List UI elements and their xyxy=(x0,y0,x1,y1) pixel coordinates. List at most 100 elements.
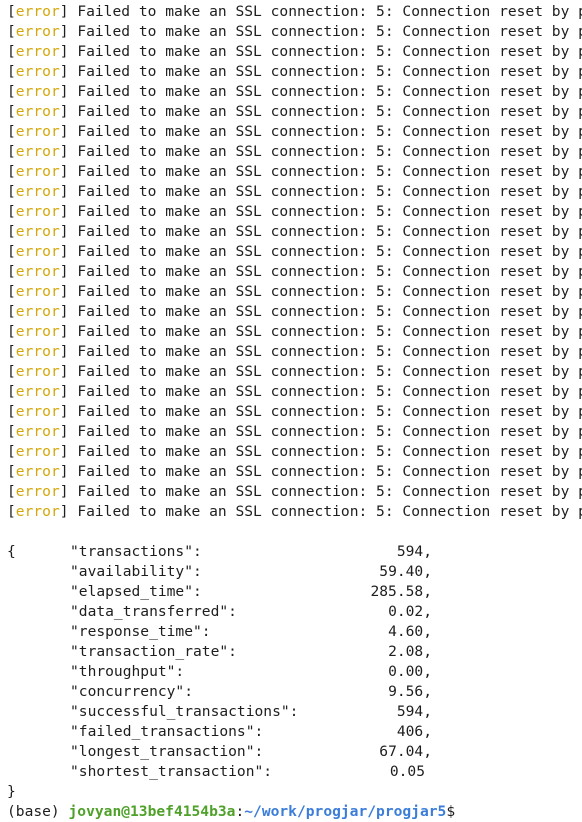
log-message: Failed to make an SSL connection: 5: Con… xyxy=(77,403,582,420)
log-close-bracket: ] xyxy=(59,163,69,180)
log-open-bracket: [ xyxy=(7,83,16,100)
log-output: [error] Failed to make an SSL connection… xyxy=(7,2,582,522)
log-line: [error] Failed to make an SSL connection… xyxy=(7,182,582,202)
log-message: Failed to make an SSL connection: 5: Con… xyxy=(77,103,582,120)
log-level-badge: error xyxy=(15,143,60,160)
log-open-bracket: [ xyxy=(7,443,16,460)
stats-row: "longest_transaction": 67.04, xyxy=(7,742,582,762)
log-open-bracket: [ xyxy=(7,403,16,420)
log-open-bracket: [ xyxy=(7,503,16,520)
terminal-window[interactable]: [error] Failed to make an SSL connection… xyxy=(0,0,582,822)
log-message: Failed to make an SSL connection: 5: Con… xyxy=(77,443,582,460)
stats-value: 9.56, xyxy=(388,683,432,700)
log-close-bracket: ] xyxy=(59,203,69,220)
stats-key: "response_time": xyxy=(70,623,211,640)
log-close-bracket: ] xyxy=(59,223,69,240)
log-line: [error] Failed to make an SSL connection… xyxy=(7,342,582,362)
log-open-bracket: [ xyxy=(7,323,16,340)
log-level-badge: error xyxy=(15,123,60,140)
log-message: Failed to make an SSL connection: 5: Con… xyxy=(77,323,582,340)
log-open-bracket: [ xyxy=(7,63,16,80)
stats-key: "elapsed_time": xyxy=(70,583,202,600)
log-line: [error] Failed to make an SSL connection… xyxy=(7,482,582,502)
log-open-bracket: [ xyxy=(7,463,16,480)
log-close-bracket: ] xyxy=(59,63,69,80)
log-close-bracket: ] xyxy=(59,423,69,440)
log-message: Failed to make an SSL connection: 5: Con… xyxy=(77,43,582,60)
log-level-badge: error xyxy=(15,263,60,280)
log-level-badge: error xyxy=(15,23,60,40)
log-open-bracket: [ xyxy=(7,343,16,360)
log-level-badge: error xyxy=(15,183,60,200)
log-open-bracket: [ xyxy=(7,163,16,180)
log-line: [error] Failed to make an SSL connection… xyxy=(7,142,582,162)
stats-close-row: } xyxy=(7,782,582,802)
stats-json-output: {"transactions": 594, "availability": 59.40… xyxy=(7,542,582,802)
stats-value: 59.40, xyxy=(379,563,432,580)
log-level-badge: error xyxy=(15,283,60,300)
log-open-bracket: [ xyxy=(7,23,16,40)
log-line: [error] Failed to make an SSL connection… xyxy=(7,162,582,182)
log-line: [error] Failed to make an SSL connection… xyxy=(7,42,582,62)
prompt-separator: : xyxy=(235,803,245,820)
log-message: Failed to make an SSL connection: 5: Con… xyxy=(77,503,582,520)
log-close-bracket: ] xyxy=(59,183,69,200)
log-message: Failed to make an SSL connection: 5: Con… xyxy=(77,143,582,160)
prompt-user-host: jovyan@13bef4154b3a xyxy=(68,803,236,820)
log-open-bracket: [ xyxy=(7,223,16,240)
log-open-bracket: [ xyxy=(7,143,16,160)
prompt-path: ~/work/progjar/progjar5 xyxy=(244,803,447,820)
stats-value: 594, xyxy=(396,703,432,720)
stats-row: "successful_transactions": 594, xyxy=(7,702,582,722)
log-line: [error] Failed to make an SSL connection… xyxy=(7,122,582,142)
log-level-badge: error xyxy=(15,63,60,80)
stats-row: "response_time": 4.60, xyxy=(7,622,582,642)
log-line: [error] Failed to make an SSL connection… xyxy=(7,502,582,522)
log-level-badge: error xyxy=(15,503,60,520)
log-close-bracket: ] xyxy=(59,263,69,280)
stats-key: "successful_transactions": xyxy=(70,703,299,720)
log-message: Failed to make an SSL connection: 5: Con… xyxy=(77,343,582,360)
stats-row: "shortest_transaction": 0.05 xyxy=(7,762,582,782)
log-close-bracket: ] xyxy=(59,323,69,340)
log-line: [error] Failed to make an SSL connection… xyxy=(7,302,582,322)
stats-key: "concurrency": xyxy=(70,683,194,700)
json-close-brace: } xyxy=(7,783,16,800)
stats-value: 4.60, xyxy=(388,623,432,640)
log-open-bracket: [ xyxy=(7,243,16,260)
stats-row: "failed_transactions": 406, xyxy=(7,722,582,742)
log-level-badge: error xyxy=(15,383,60,400)
log-message: Failed to make an SSL connection: 5: Con… xyxy=(77,303,582,320)
stats-value: 0.02, xyxy=(388,603,432,620)
log-message: Failed to make an SSL connection: 5: Con… xyxy=(77,63,582,80)
stats-value: 406, xyxy=(396,723,432,740)
log-open-bracket: [ xyxy=(7,283,16,300)
log-level-badge: error xyxy=(15,243,60,260)
log-line: [error] Failed to make an SSL connection… xyxy=(7,422,582,442)
log-line: [error] Failed to make an SSL connection… xyxy=(7,402,582,422)
log-line: [error] Failed to make an SSL connection… xyxy=(7,262,582,282)
json-open-brace: { xyxy=(7,543,16,560)
log-level-badge: error xyxy=(15,203,60,220)
stats-value: 0.05 xyxy=(389,763,425,780)
stats-row: "availability": 59.40, xyxy=(7,562,582,582)
text-cursor xyxy=(455,804,456,820)
log-level-badge: error xyxy=(15,423,60,440)
log-line: [error] Failed to make an SSL connection… xyxy=(7,242,582,262)
stats-value: 67.04, xyxy=(379,743,432,760)
log-message: Failed to make an SSL connection: 5: Con… xyxy=(77,203,582,220)
log-message: Failed to make an SSL connection: 5: Con… xyxy=(77,23,582,40)
log-open-bracket: [ xyxy=(7,103,16,120)
log-close-bracket: ] xyxy=(59,503,69,520)
log-close-bracket: ] xyxy=(59,443,69,460)
log-open-bracket: [ xyxy=(7,203,16,220)
log-line: [error] Failed to make an SSL connection… xyxy=(7,362,582,382)
stats-key: "availability": xyxy=(70,563,202,580)
shell-prompt[interactable]: (base) jovyan@13bef4154b3a:~/work/progja… xyxy=(7,802,582,822)
stats-row: "concurrency": 9.56, xyxy=(7,682,582,702)
stats-value: 594, xyxy=(396,543,432,560)
log-open-bracket: [ xyxy=(7,363,16,380)
log-close-bracket: ] xyxy=(59,103,69,120)
log-message: Failed to make an SSL connection: 5: Con… xyxy=(77,363,582,380)
